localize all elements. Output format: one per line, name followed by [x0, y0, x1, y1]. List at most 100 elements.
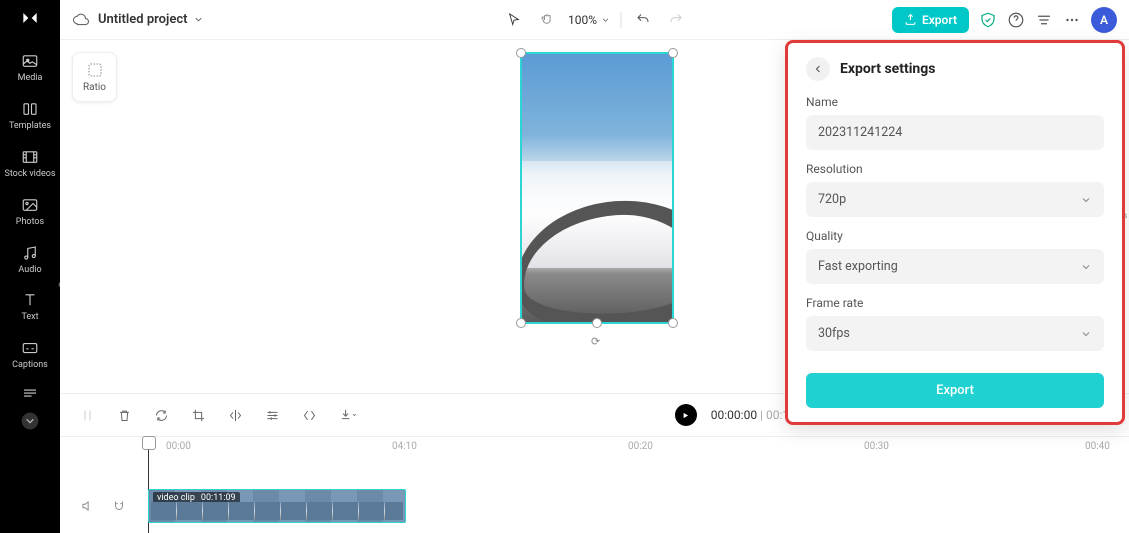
avatar[interactable]: A — [1091, 7, 1117, 33]
play-button[interactable] — [675, 404, 697, 426]
export-button[interactable]: Export — [892, 7, 969, 33]
chevron-down-icon — [1080, 261, 1092, 273]
video-preview-content — [522, 54, 672, 322]
ratio-label: Ratio — [83, 82, 106, 93]
export-resolution-value: 720p — [818, 192, 846, 207]
undo-button[interactable] — [631, 8, 654, 31]
track-mute-button[interactable] — [76, 495, 98, 517]
avatar-initial: A — [1100, 13, 1108, 27]
sidebar-item-audio[interactable]: Audio — [0, 236, 60, 284]
export-back-button[interactable] — [806, 57, 830, 81]
download-dropdown[interactable] — [335, 404, 360, 427]
timecode-current: 00:00:00 — [711, 408, 757, 422]
top-bar: Untitled project 100% Export A — [60, 0, 1129, 40]
sidebar-item-text[interactable]: Text — [0, 283, 60, 331]
delete-button[interactable] — [113, 404, 136, 427]
export-name-input[interactable] — [806, 115, 1104, 150]
export-name-label: Name — [806, 95, 1104, 109]
ruler-tick: 04:10 — [392, 441, 417, 452]
chevron-left-icon — [812, 63, 824, 75]
stock-videos-icon — [21, 148, 39, 166]
audio-icon — [21, 244, 39, 262]
export-resolution-label: Resolution — [806, 162, 1104, 176]
hand-tool-button[interactable] — [535, 8, 558, 31]
ruler-tick: 00:30 — [864, 441, 889, 452]
sidebar-item-stock-videos[interactable]: Stock videos — [0, 140, 60, 188]
main-area: Untitled project 100% Export A — [60, 0, 1129, 533]
sidebar-item-label: Captions — [12, 361, 48, 371]
project-title-dropdown[interactable]: Untitled project — [98, 12, 204, 27]
resize-handle-bl[interactable] — [516, 318, 526, 328]
play-icon — [681, 411, 690, 420]
sidebar-item-label: Stock videos — [4, 170, 55, 180]
app-logo-icon[interactable] — [20, 8, 40, 28]
track-magnet-button[interactable] — [108, 495, 130, 517]
chevron-down-icon — [1080, 194, 1092, 206]
adjust-button[interactable] — [261, 404, 284, 427]
left-sidebar: Media Templates Stock videos Photos Audi… — [0, 0, 60, 533]
help-icon[interactable] — [1007, 11, 1025, 29]
media-icon — [21, 52, 39, 70]
sidebar-item-label: Text — [21, 313, 38, 323]
sidebar-item-label: Audio — [18, 266, 41, 276]
sidebar-item-label: Photos — [16, 218, 44, 228]
timeline-ruler[interactable]: 00:00 04:10 00:20 00:30 00:40 — [148, 441, 1109, 459]
text-icon — [21, 291, 39, 309]
ratio-icon — [86, 61, 104, 79]
sidebar-item-label: Templates — [9, 122, 51, 132]
split-button[interactable] — [76, 404, 99, 427]
video-preview-frame[interactable]: ⟳ — [520, 52, 674, 324]
export-quality-select[interactable]: Fast exporting — [806, 249, 1104, 284]
shield-check-icon[interactable] — [979, 11, 997, 29]
export-submit-label: Export — [936, 383, 974, 398]
clip-thumbnail-strip — [151, 502, 403, 520]
refresh-button[interactable] — [150, 404, 173, 427]
captions-icon — [21, 339, 39, 357]
export-framerate-value: 30fps — [818, 326, 850, 341]
cloud-icon[interactable] — [72, 11, 90, 29]
ratio-button[interactable]: Ratio — [72, 52, 117, 102]
resize-handle-bm[interactable] — [592, 318, 602, 328]
export-resolution-select[interactable]: 720p — [806, 182, 1104, 217]
export-button-label: Export — [922, 13, 957, 27]
export-icon — [904, 13, 917, 26]
resize-handle-tr[interactable] — [668, 48, 678, 58]
rotate-handle-icon[interactable]: ⟳ — [591, 335, 600, 348]
resize-handle-tl[interactable] — [516, 48, 526, 58]
photos-icon — [21, 196, 39, 214]
pointer-tool-button[interactable] — [502, 8, 525, 31]
sidebar-item-label: Media — [18, 74, 43, 84]
sidebar-item-photos[interactable]: Photos — [0, 188, 60, 236]
redo-button[interactable] — [664, 8, 687, 31]
zoom-value: 100% — [568, 13, 597, 27]
layers-icon[interactable] — [1035, 11, 1053, 29]
more-icon — [21, 387, 39, 399]
export-quality-label: Quality — [806, 229, 1104, 243]
sidebar-item-captions[interactable]: Captions — [0, 331, 60, 379]
zoom-dropdown[interactable]: 100% — [568, 13, 610, 27]
timeline-clip[interactable]: video clip 00:11:09 — [148, 489, 406, 523]
divider — [620, 12, 621, 28]
ruler-tick: 00:20 — [628, 441, 653, 452]
timeline[interactable]: 00:00 04:10 00:20 00:30 00:40 video clip… — [60, 437, 1129, 533]
export-submit-button[interactable]: Export — [806, 373, 1104, 408]
sidebar-item-media[interactable]: Media — [0, 44, 60, 92]
sidebar-item-templates[interactable]: Templates — [0, 92, 60, 140]
templates-icon — [21, 100, 39, 118]
export-settings-panel: Export settings Name Resolution 720p Qua… — [785, 40, 1125, 425]
resize-handle-br[interactable] — [668, 318, 678, 328]
reverse-button[interactable] — [298, 404, 321, 427]
sidebar-item-more[interactable] — [0, 379, 60, 407]
export-quality-value: Fast exporting — [818, 259, 898, 274]
sidebar-more-button[interactable] — [20, 411, 40, 431]
export-framerate-label: Frame rate — [806, 296, 1104, 310]
crop-button[interactable] — [187, 404, 210, 427]
mirror-button[interactable] — [224, 404, 247, 427]
ruler-tick: 00:40 — [1085, 441, 1110, 452]
track-row: video clip 00:11:09 — [76, 489, 1113, 523]
project-title-text: Untitled project — [98, 12, 187, 27]
export-framerate-select[interactable]: 30fps — [806, 316, 1104, 351]
ruler-tick: 00:00 — [166, 441, 191, 452]
more-icon[interactable] — [1063, 11, 1081, 29]
export-panel-title: Export settings — [840, 61, 935, 77]
